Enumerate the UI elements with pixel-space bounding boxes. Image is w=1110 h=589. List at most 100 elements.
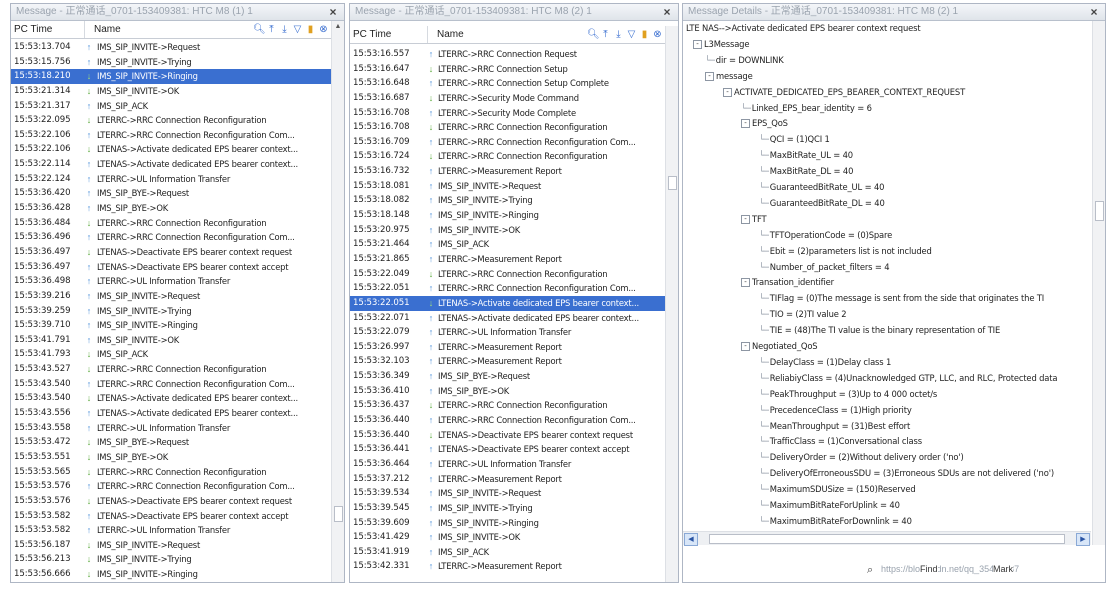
message-row[interactable]: 15:53:22.071 ↑ LTENAS->Activate dedicated … (350, 311, 665, 326)
message-row[interactable]: 15:53:18.082 ↑ IMS_SIP_INVITE->Trying (350, 193, 665, 208)
message-row[interactable]: 15:53:16.724 ↓ LTERRC->RRC Connection Reco… (350, 149, 665, 164)
message-row[interactable]: 15:53:20.975 ↑ IMS_SIP_INVITE->OK (350, 223, 665, 238)
message-row[interactable]: 15:53:36.410 ↑ IMS_SIP_BYE->OK (350, 384, 665, 399)
message-row[interactable]: 15:53:18.081 ↑ IMS_SIP_INVITE->Request (350, 179, 665, 194)
panel-1-vertical-scrollbar[interactable]: ▲ (331, 21, 344, 582)
tree-node[interactable]: - Negotiated_QoS (741, 339, 818, 354)
message-row[interactable]: 15:53:32.103 ↑ LTERRC->Measurement Report (350, 354, 665, 369)
filter-icon[interactable]: ▽ (292, 24, 303, 36)
scroll-thumb[interactable] (334, 506, 343, 522)
scroll-thumb[interactable] (668, 176, 677, 190)
tree-node[interactable]: └─MaximumSDUSize = (150)Reserved (759, 482, 916, 497)
message-row[interactable]: 15:53:53.576 ↓ LTENAS->Deactivate EPS bear… (11, 494, 331, 509)
message-row[interactable]: 15:53:43.540 ↑ LTERRC->RRC Connection Reco… (11, 377, 331, 392)
tree-node[interactable]: └─PeakThroughput = (3)Up to 4 000 octet/… (759, 387, 937, 402)
message-row[interactable]: 15:53:39.545 ↑ IMS_SIP_INVITE->Trying (350, 501, 665, 516)
tree-node[interactable]: └─Linked_EPS_bear_identity = 6 (741, 101, 872, 116)
magnifier-icon[interactable]: ⌕ (867, 564, 873, 577)
message-row[interactable]: 15:53:26.997 ↑ LTERRC->Measurement Report (350, 340, 665, 355)
bookmark-icon[interactable]: ▮ (305, 24, 316, 36)
message-row[interactable]: 15:53:36.464 ↑ LTERRC->UL Information Tran… (350, 457, 665, 472)
message-row[interactable]: 15:53:18.210 ↓ IMS_SIP_INVITE->Ringing (11, 69, 331, 84)
clear-icon[interactable]: ⊗ (318, 24, 329, 36)
tree-node[interactable]: └─TIE = (48)The TI value is the binary r… (759, 323, 1000, 338)
column-pc-time[interactable]: PC Time (350, 26, 428, 43)
message-row[interactable]: 15:53:53.582 ↑ LTENAS->Deactivate EPS bear… (11, 509, 331, 524)
column-pc-time[interactable]: PC Time (11, 21, 85, 38)
move-up-icon[interactable]: ⤒ (266, 24, 277, 36)
message-row[interactable]: 15:53:36.420 ↑ IMS_SIP_BYE->Request (11, 186, 331, 201)
tree-node[interactable]: └─QCI = (1)QCI 1 (759, 132, 830, 147)
collapse-toggle-icon[interactable]: - (741, 278, 750, 288)
scroll-left-icon[interactable]: ◀ (684, 533, 698, 546)
message-row[interactable]: 15:53:22.051 ↓ LTENAS->Activate dedicated … (350, 295, 665, 311)
message-row[interactable]: 15:53:36.349 ↑ IMS_SIP_BYE->Request (350, 369, 665, 384)
move-up-icon[interactable]: ⤒ (600, 29, 611, 41)
find-button[interactable]: Find (920, 564, 938, 574)
panel-2-close-icon[interactable]: × (661, 4, 673, 20)
message-row[interactable]: 15:53:21.317 ↑ IMS_SIP_ACK (11, 99, 331, 114)
tree-node[interactable]: └─TIFlag = (0)The message is sent from t… (759, 291, 1044, 306)
tree-node[interactable]: └─DelayClass = (1)Delay class 1 (759, 355, 891, 370)
message-row[interactable]: 15:53:39.216 ↑ IMS_SIP_INVITE->Request (11, 289, 331, 304)
horizontal-scroll-thumb[interactable] (709, 534, 1065, 544)
message-row[interactable]: 15:53:36.437 ↓ LTERRC->RRC Connection Reco… (350, 398, 665, 413)
tree-node[interactable]: - L3Message (693, 37, 750, 52)
message-row[interactable]: 15:53:53.565 ↓ LTERRC->RRC Connection Reco… (11, 465, 331, 480)
clear-icon[interactable]: ⊗ (652, 29, 663, 41)
panel-2-vertical-scrollbar[interactable] (665, 26, 678, 582)
message-row[interactable]: 15:53:16.708 ↓ LTERRC->RRC Connection Reco… (350, 120, 665, 135)
message-row[interactable]: 15:53:16.557 ↑ LTERRC->RRC Connection Requ… (350, 47, 665, 62)
message-row[interactable]: 15:53:16.732 ↑ LTERRC->Measurement Report (350, 164, 665, 179)
message-row[interactable]: 15:53:53.576 ↑ LTERRC->RRC Connection Reco… (11, 479, 331, 494)
details-horizontal-scrollbar[interactable]: ◀ ▶ (683, 531, 1091, 546)
collapse-toggle-icon[interactable]: - (693, 39, 702, 49)
message-row[interactable]: 15:53:39.534 ↑ IMS_SIP_INVITE->Request (350, 486, 665, 501)
message-row[interactable]: 15:53:56.187 ↓ IMS_SIP_INVITE->Request (11, 538, 331, 553)
message-row[interactable]: 15:53:43.527 ↓ LTERRC->RRC Connection Reco… (11, 362, 331, 377)
message-row[interactable]: 15:53:41.791 ↑ IMS_SIP_INVITE->OK (11, 333, 331, 348)
message-row[interactable]: 15:53:39.259 ↑ IMS_SIP_INVITE->Trying (11, 304, 331, 319)
tree-node[interactable]: └─DeliveryOfErroneousSDU = (3)Erroneous … (759, 466, 1054, 481)
message-row[interactable]: 15:53:22.124 ↑ LTERRC->UL Information Tran… (11, 172, 331, 187)
message-row[interactable]: 15:53:37.212 ↑ LTERRC->Measurement Report (350, 472, 665, 487)
mark-button[interactable]: Mark (993, 564, 1013, 574)
message-row[interactable]: 15:53:41.793 ↓ IMS_SIP_ACK (11, 347, 331, 362)
collapse-toggle-icon[interactable]: - (741, 119, 750, 129)
tree-node[interactable]: └─ReliabiyClass = (4)Unacknowledged GTP,… (759, 371, 1058, 386)
message-row[interactable]: 15:53:16.709 ↑ LTERRC->RRC Connection Reco… (350, 135, 665, 150)
tree-node[interactable]: └─GuaranteedBitRate_DL = 40 (759, 196, 885, 211)
message-row[interactable]: 15:53:36.484 ↓ LTERRC->RRC Connection Reco… (11, 216, 331, 231)
scroll-thumb[interactable] (1095, 201, 1104, 221)
message-row[interactable]: 15:53:16.708 ↑ LTERRC->Security Mode Compl… (350, 106, 665, 121)
search-icon[interactable]: 🔍︎ (253, 24, 266, 36)
message-row[interactable]: 15:53:53.472 ↓ IMS_SIP_BYE->Request (11, 435, 331, 450)
tree-node[interactable]: - ACTIVATE_DEDICATED_EPS_BEARER_CONTEXT_R… (723, 85, 965, 100)
tree-node[interactable]: └─PrecedenceClass = (1)High priority (759, 403, 912, 418)
tree-node[interactable]: - TFT (741, 212, 767, 227)
message-row[interactable]: 15:53:22.079 ↑ LTERRC->UL Information Tran… (350, 325, 665, 340)
message-row[interactable]: 15:53:21.865 ↑ LTERRC->Measurement Report (350, 252, 665, 267)
message-row[interactable]: 15:53:56.213 ↓ IMS_SIP_INVITE->Trying (11, 552, 331, 567)
tree-node[interactable]: - message (705, 69, 753, 84)
message-row[interactable]: 15:53:42.331 ↑ LTERRC->Measurement Report (350, 559, 665, 574)
message-row[interactable]: 15:53:22.095 ↓ LTERRC->RRC Connection Reco… (11, 113, 331, 128)
message-row[interactable]: 15:53:53.551 ↓ IMS_SIP_BYE->OK (11, 450, 331, 465)
message-row[interactable]: 15:53:56.666 ↓ IMS_SIP_INVITE->Ringing (11, 567, 331, 582)
message-row[interactable]: 15:53:13.704 ↑ IMS_SIP_INVITE->Request (11, 40, 331, 55)
panel-3-close-icon[interactable]: × (1088, 4, 1100, 20)
message-row[interactable]: 15:53:22.106 ↓ LTENAS->Activate dedicated … (11, 142, 331, 157)
collapse-toggle-icon[interactable]: - (705, 71, 714, 81)
tree-node[interactable]: └─TIO = (2)TI value 2 (759, 307, 847, 322)
message-row[interactable]: 15:53:15.756 ↑ IMS_SIP_INVITE->Trying (11, 55, 331, 70)
message-row[interactable]: 15:53:43.558 ↑ LTERRC->UL Information Tran… (11, 421, 331, 436)
message-row[interactable]: 15:53:16.647 ↓ LTERRC->RRC Connection Setu… (350, 62, 665, 77)
message-row[interactable]: 15:53:36.496 ↑ LTERRC->RRC Connection Reco… (11, 230, 331, 245)
panel-1-close-icon[interactable]: × (327, 4, 339, 20)
message-row[interactable]: 15:53:36.497 ↓ LTENAS->Deactivate EPS bear… (11, 245, 331, 260)
tree-node[interactable]: └─MaximumBitRateForUplink = 40 (759, 498, 900, 513)
message-row[interactable]: 15:53:21.314 ↓ IMS_SIP_INVITE->OK (11, 84, 331, 99)
search-icon[interactable]: 🔍︎ (587, 29, 600, 41)
tree-node[interactable]: └─MaxBitRate_UL = 40 (759, 148, 853, 163)
message-row[interactable]: 15:53:36.441 ↑ LTENAS->Deactivate EPS bear… (350, 442, 665, 457)
